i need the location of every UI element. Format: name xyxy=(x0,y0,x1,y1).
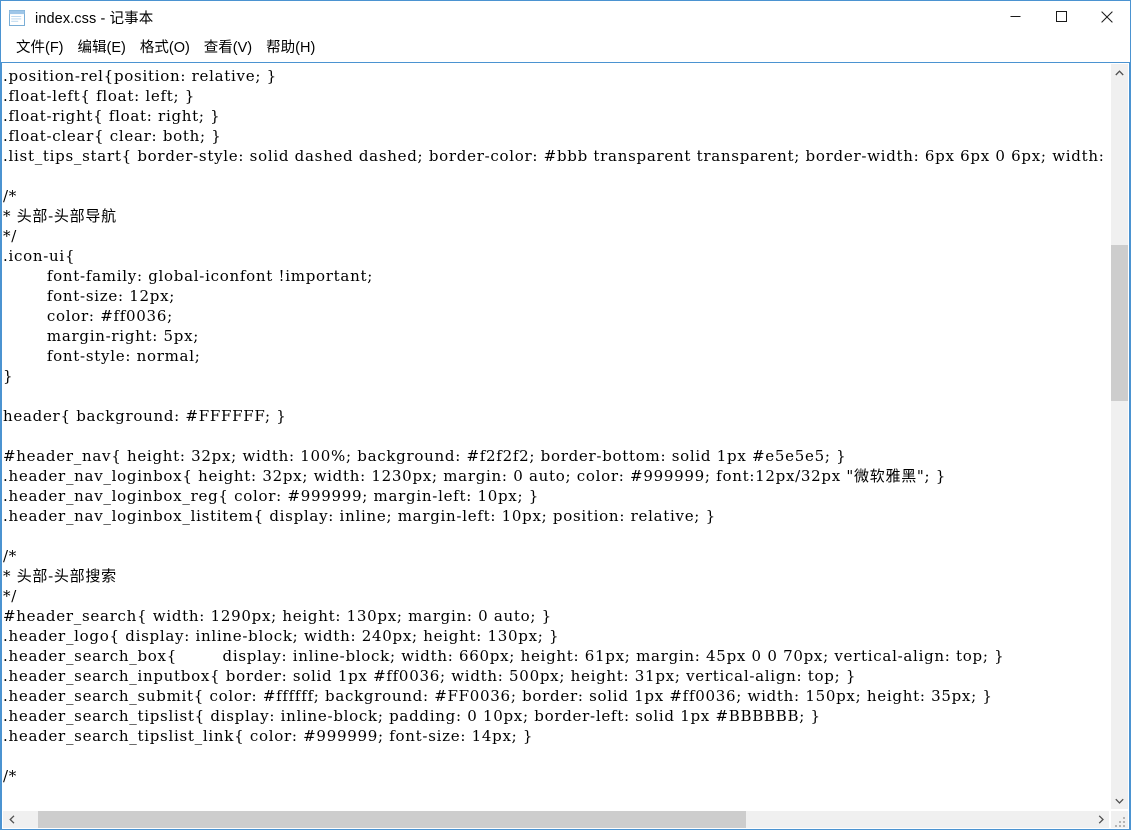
close-button[interactable] xyxy=(1084,1,1130,32)
menu-file[interactable]: 文件(F) xyxy=(9,34,71,60)
editor-area: .position-rel{position: relative; } .flo… xyxy=(1,62,1130,829)
scrollbar-corner xyxy=(1111,811,1128,828)
scroll-right-arrow-icon[interactable] xyxy=(1092,811,1109,828)
menu-edit[interactable]: 编辑(E) xyxy=(71,34,133,60)
horizontal-scroll-thumb[interactable] xyxy=(38,811,746,828)
scroll-up-arrow-icon[interactable] xyxy=(1111,64,1128,81)
notepad-icon xyxy=(8,9,26,27)
notepad-window: index.css - 记事本 文件(F) 编辑(E) 格式(O) 查看(V) … xyxy=(0,0,1131,830)
vertical-scroll-thumb[interactable] xyxy=(1111,244,1128,401)
scroll-down-arrow-icon[interactable] xyxy=(1111,792,1128,809)
menu-bar: 文件(F) 编辑(E) 格式(O) 查看(V) 帮助(H) xyxy=(1,33,1130,61)
text-editor-frame: .position-rel{position: relative; } .flo… xyxy=(1,62,1130,829)
vertical-scrollbar[interactable] xyxy=(1111,64,1128,809)
maximize-button[interactable] xyxy=(1038,1,1084,32)
scroll-left-arrow-icon[interactable] xyxy=(3,811,20,828)
menu-view[interactable]: 查看(V) xyxy=(197,34,259,60)
window-controls xyxy=(992,1,1130,32)
menu-format[interactable]: 格式(O) xyxy=(133,34,197,60)
window-title: index.css - 记事本 xyxy=(35,10,154,27)
minimize-button[interactable] xyxy=(992,1,1038,32)
css-source-text[interactable]: .position-rel{position: relative; } .flo… xyxy=(3,66,1109,786)
title-bar: index.css - 记事本 xyxy=(1,1,1130,33)
menu-help[interactable]: 帮助(H) xyxy=(259,34,322,60)
horizontal-scrollbar[interactable] xyxy=(3,811,1109,828)
resize-grip-icon[interactable] xyxy=(1115,815,1126,827)
text-viewport[interactable]: .position-rel{position: relative; } .flo… xyxy=(3,64,1109,809)
